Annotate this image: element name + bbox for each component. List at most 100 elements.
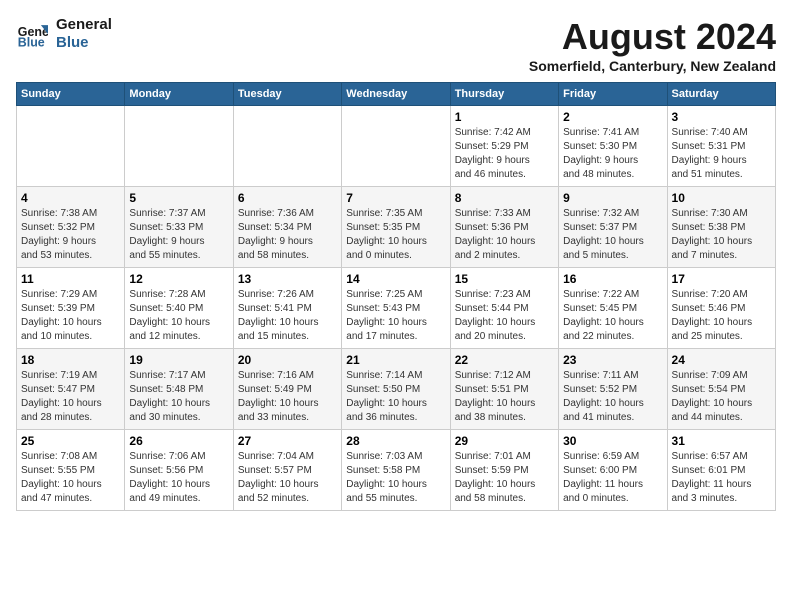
day-number: 13 (238, 272, 337, 286)
day-number: 15 (455, 272, 554, 286)
week-row-5: 25Sunrise: 7:08 AM Sunset: 5:55 PM Dayli… (17, 430, 776, 511)
day-detail: Sunrise: 7:01 AM Sunset: 5:59 PM Dayligh… (455, 450, 554, 506)
header-cell-friday: Friday (559, 83, 667, 106)
day-detail: Sunrise: 7:08 AM Sunset: 5:55 PM Dayligh… (21, 450, 120, 506)
logo-line1: General (56, 16, 112, 34)
calendar-cell: 2 Sunrise: 7:41 AM Sunset: 5:30 PM Daylig… (559, 106, 667, 187)
calendar-cell: 14 Sunrise: 7:25 AM Sunset: 5:43 PM Dayli… (342, 268, 450, 349)
calendar-cell: 26 Sunrise: 7:06 AM Sunset: 5:56 PM Dayli… (125, 430, 233, 511)
day-number: 14 (346, 272, 445, 286)
day-detail: Sunrise: 7:26 AM Sunset: 5:41 PM Dayligh… (238, 288, 337, 344)
day-number: 10 (672, 191, 771, 205)
day-detail: Sunrise: 7:40 AM Sunset: 5:31 PM Dayligh… (672, 126, 771, 182)
day-detail: Sunrise: 7:12 AM Sunset: 5:51 PM Dayligh… (455, 369, 554, 425)
day-number: 31 (672, 434, 771, 448)
calendar-cell: 16Sunrise: 7:22 AM Sunset: 5:45 PM Dayli… (559, 268, 667, 349)
day-number: 28 (346, 434, 445, 448)
calendar-cell: 7 Sunrise: 7:35 AM Sunset: 5:35 PM Daylig… (342, 187, 450, 268)
calendar-cell: 27 Sunrise: 7:04 AM Sunset: 5:57 PM Dayli… (233, 430, 341, 511)
calendar-cell: 28 Sunrise: 7:03 AM Sunset: 5:58 PM Dayli… (342, 430, 450, 511)
calendar-cell (342, 106, 450, 187)
day-number: 11 (21, 272, 120, 286)
calendar-cell: 30Sunrise: 6:59 AM Sunset: 6:00 PM Dayli… (559, 430, 667, 511)
calendar-cell: 24Sunrise: 7:09 AM Sunset: 5:54 PM Dayli… (667, 349, 775, 430)
title-block: August 2024 Somerfield, Canterbury, New … (529, 16, 776, 74)
calendar-cell: 13 Sunrise: 7:26 AM Sunset: 5:41 PM Dayli… (233, 268, 341, 349)
logo-line2: Blue (56, 34, 112, 52)
calendar-cell: 5Sunrise: 7:37 AM Sunset: 5:33 PM Daylig… (125, 187, 233, 268)
calendar-cell: 18 Sunrise: 7:19 AM Sunset: 5:47 PM Dayli… (17, 349, 125, 430)
calendar-cell: 3 Sunrise: 7:40 AM Sunset: 5:31 PM Daylig… (667, 106, 775, 187)
day-detail: Sunrise: 7:23 AM Sunset: 5:44 PM Dayligh… (455, 288, 554, 344)
calendar-cell: 12Sunrise: 7:28 AM Sunset: 5:40 PM Dayli… (125, 268, 233, 349)
calendar-cell: 9 Sunrise: 7:32 AM Sunset: 5:37 PM Daylig… (559, 187, 667, 268)
calendar-table: SundayMondayTuesdayWednesdayThursdayFrid… (16, 82, 776, 511)
day-detail: Sunrise: 7:06 AM Sunset: 5:56 PM Dayligh… (129, 450, 228, 506)
day-detail: Sunrise: 7:38 AM Sunset: 5:32 PM Dayligh… (21, 207, 120, 263)
week-row-1: 1 Sunrise: 7:42 AM Sunset: 5:29 PM Daylig… (17, 106, 776, 187)
day-detail: Sunrise: 7:19 AM Sunset: 5:47 PM Dayligh… (21, 369, 120, 425)
header-cell-wednesday: Wednesday (342, 83, 450, 106)
day-detail: Sunrise: 7:25 AM Sunset: 5:43 PM Dayligh… (346, 288, 445, 344)
day-detail: Sunrise: 7:14 AM Sunset: 5:50 PM Dayligh… (346, 369, 445, 425)
header-cell-saturday: Saturday (667, 83, 775, 106)
day-number: 22 (455, 353, 554, 367)
calendar-cell: 29 Sunrise: 7:01 AM Sunset: 5:59 PM Dayli… (450, 430, 558, 511)
calendar-cell: 1 Sunrise: 7:42 AM Sunset: 5:29 PM Daylig… (450, 106, 558, 187)
day-detail: Sunrise: 7:09 AM Sunset: 5:54 PM Dayligh… (672, 369, 771, 425)
day-number: 17 (672, 272, 771, 286)
day-number: 3 (672, 110, 771, 124)
day-detail: Sunrise: 7:03 AM Sunset: 5:58 PM Dayligh… (346, 450, 445, 506)
day-number: 8 (455, 191, 554, 205)
day-detail: Sunrise: 7:20 AM Sunset: 5:46 PM Dayligh… (672, 288, 771, 344)
day-number: 29 (455, 434, 554, 448)
logo: General Blue General Blue (16, 16, 112, 52)
calendar-cell: 6Sunrise: 7:36 AM Sunset: 5:34 PM Daylig… (233, 187, 341, 268)
day-detail: Sunrise: 7:30 AM Sunset: 5:38 PM Dayligh… (672, 207, 771, 263)
day-detail: Sunrise: 7:42 AM Sunset: 5:29 PM Dayligh… (455, 126, 554, 182)
header-row: SundayMondayTuesdayWednesdayThursdayFrid… (17, 83, 776, 106)
day-number: 19 (129, 353, 228, 367)
day-detail: Sunrise: 7:28 AM Sunset: 5:40 PM Dayligh… (129, 288, 228, 344)
calendar-cell (233, 106, 341, 187)
day-detail: Sunrise: 7:17 AM Sunset: 5:48 PM Dayligh… (129, 369, 228, 425)
location-subtitle: Somerfield, Canterbury, New Zealand (529, 58, 776, 74)
day-number: 1 (455, 110, 554, 124)
day-detail: Sunrise: 7:33 AM Sunset: 5:36 PM Dayligh… (455, 207, 554, 263)
day-detail: Sunrise: 6:59 AM Sunset: 6:00 PM Dayligh… (563, 450, 662, 506)
calendar-cell: 8 Sunrise: 7:33 AM Sunset: 5:36 PM Daylig… (450, 187, 558, 268)
calendar-body: 1 Sunrise: 7:42 AM Sunset: 5:29 PM Daylig… (17, 106, 776, 511)
calendar-cell: 25Sunrise: 7:08 AM Sunset: 5:55 PM Dayli… (17, 430, 125, 511)
day-detail: Sunrise: 6:57 AM Sunset: 6:01 PM Dayligh… (672, 450, 771, 506)
day-number: 2 (563, 110, 662, 124)
day-number: 21 (346, 353, 445, 367)
day-number: 6 (238, 191, 337, 205)
month-year-title: August 2024 (529, 16, 776, 58)
calendar-cell: 4Sunrise: 7:38 AM Sunset: 5:32 PM Daylig… (17, 187, 125, 268)
calendar-cell: 10 Sunrise: 7:30 AM Sunset: 5:38 PM Dayli… (667, 187, 775, 268)
calendar-header: SundayMondayTuesdayWednesdayThursdayFrid… (17, 83, 776, 106)
calendar-cell: 21 Sunrise: 7:14 AM Sunset: 5:50 PM Dayli… (342, 349, 450, 430)
day-number: 18 (21, 353, 120, 367)
day-number: 20 (238, 353, 337, 367)
day-detail: Sunrise: 7:41 AM Sunset: 5:30 PM Dayligh… (563, 126, 662, 182)
week-row-3: 11 Sunrise: 7:29 AM Sunset: 5:39 PM Dayli… (17, 268, 776, 349)
calendar-cell: 11 Sunrise: 7:29 AM Sunset: 5:39 PM Dayli… (17, 268, 125, 349)
calendar-cell: 19 Sunrise: 7:17 AM Sunset: 5:48 PM Dayli… (125, 349, 233, 430)
header-cell-thursday: Thursday (450, 83, 558, 106)
calendar-cell: 23Sunrise: 7:11 AM Sunset: 5:52 PM Dayli… (559, 349, 667, 430)
day-number: 7 (346, 191, 445, 205)
day-detail: Sunrise: 7:11 AM Sunset: 5:52 PM Dayligh… (563, 369, 662, 425)
day-detail: Sunrise: 7:29 AM Sunset: 5:39 PM Dayligh… (21, 288, 120, 344)
day-detail: Sunrise: 7:04 AM Sunset: 5:57 PM Dayligh… (238, 450, 337, 506)
header-cell-monday: Monday (125, 83, 233, 106)
day-number: 9 (563, 191, 662, 205)
day-number: 26 (129, 434, 228, 448)
day-number: 27 (238, 434, 337, 448)
day-detail: Sunrise: 7:35 AM Sunset: 5:35 PM Dayligh… (346, 207, 445, 263)
day-detail: Sunrise: 7:32 AM Sunset: 5:37 PM Dayligh… (563, 207, 662, 263)
week-row-4: 18 Sunrise: 7:19 AM Sunset: 5:47 PM Dayli… (17, 349, 776, 430)
logo-icon: General Blue (16, 18, 48, 50)
day-detail: Sunrise: 7:37 AM Sunset: 5:33 PM Dayligh… (129, 207, 228, 263)
calendar-cell (17, 106, 125, 187)
